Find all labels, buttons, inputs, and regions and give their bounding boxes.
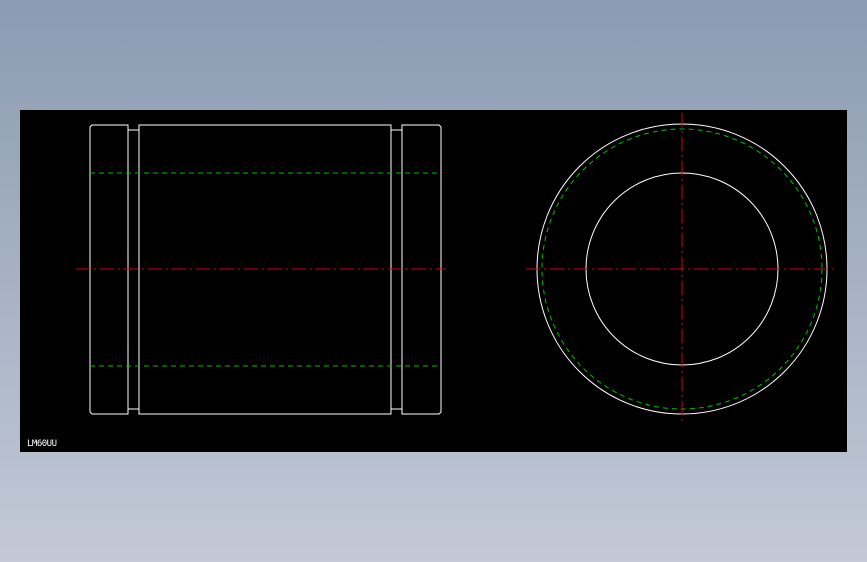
- cad-drawing-canvas: LM60UU: [20, 110, 847, 452]
- end-view: [526, 113, 838, 425]
- side-view: [76, 124, 446, 415]
- cad-drawing-svg: LM60UU: [27, 113, 838, 449]
- part-label: LM60UU: [27, 439, 57, 449]
